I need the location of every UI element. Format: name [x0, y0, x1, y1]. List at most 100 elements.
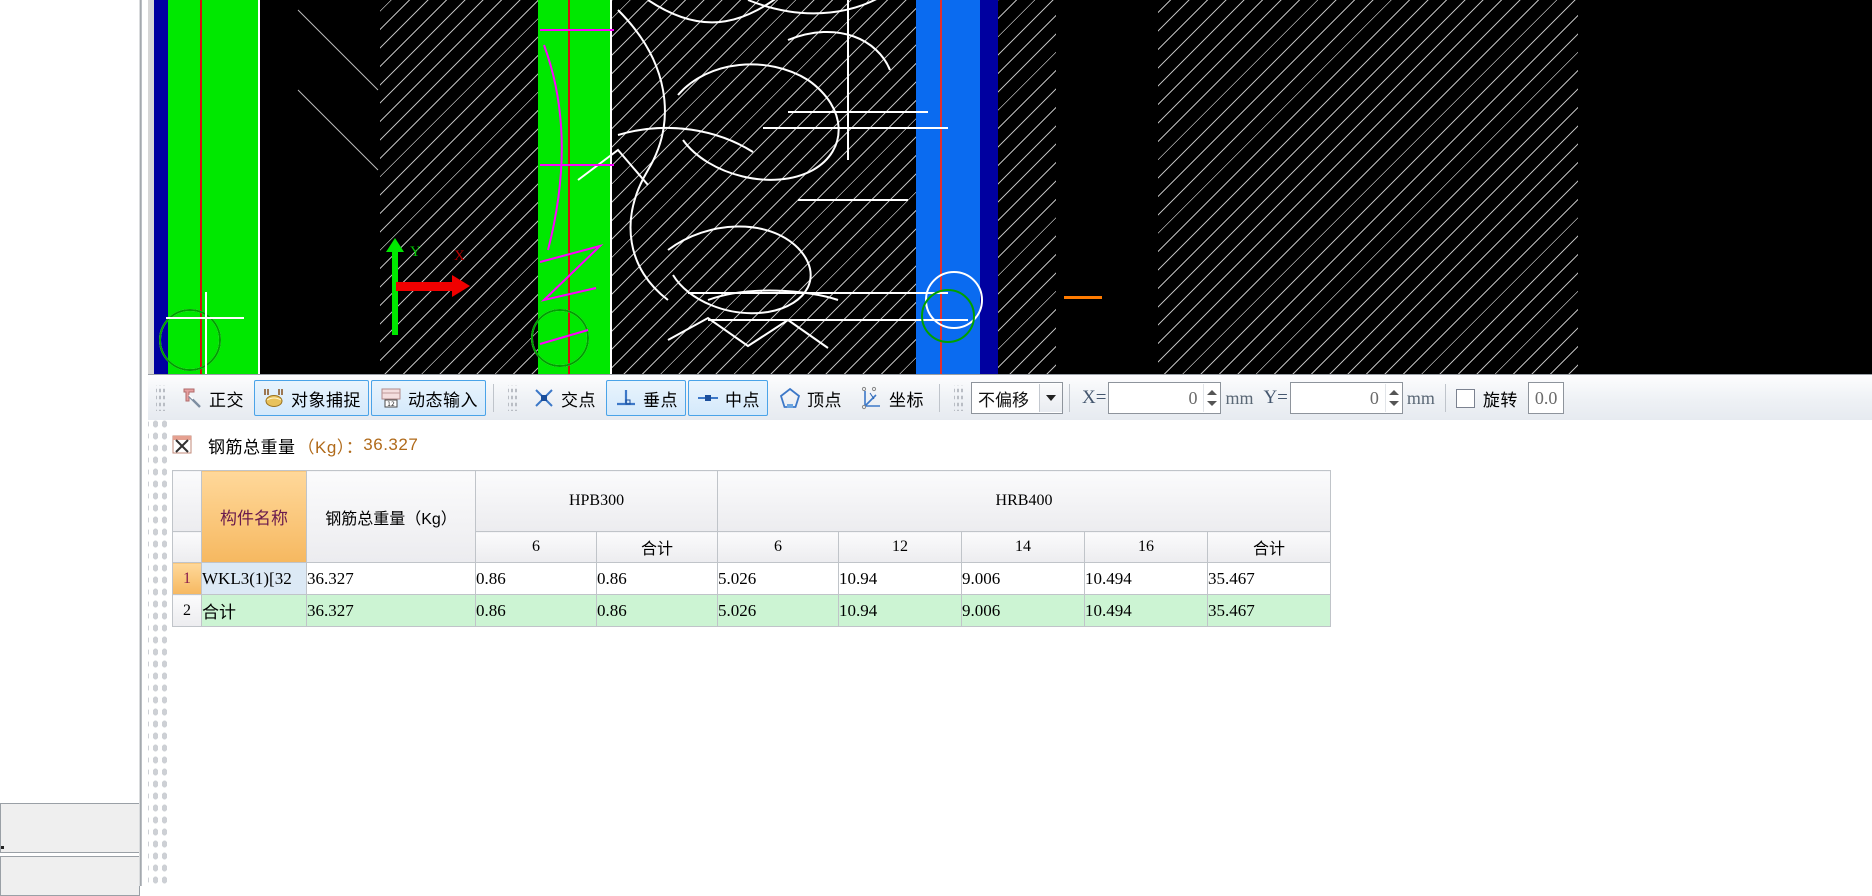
cell-hrb400-d6[interactable]: 5.026: [717, 562, 839, 595]
row-number[interactable]: 1: [172, 562, 202, 595]
coordinate-label: 坐标: [889, 390, 924, 410]
panel-grip-strip[interactable]: [148, 420, 170, 886]
toolbar-separator-3: [1069, 384, 1070, 412]
cell-total-weight[interactable]: 36.327: [306, 562, 476, 595]
object-snap-label: 对象捕捉: [291, 390, 361, 410]
toolbar-separator-1: [493, 384, 494, 412]
perpendicular-snap-button[interactable]: 垂点: [606, 380, 686, 416]
x-offset-stepper[interactable]: [1108, 382, 1222, 414]
cell-hrb400-d6[interactable]: 5.026: [717, 594, 839, 627]
toolbar-grip-2[interactable]: [508, 385, 518, 411]
panel-title-bar: 钢筋总重量 （Kg）： 36.327: [172, 430, 418, 460]
coordinate-icon: [861, 386, 880, 410]
cell-hrb400-d12[interactable]: 10.94: [838, 594, 962, 627]
close-x-icon[interactable]: [172, 435, 192, 455]
y-field-label: Y=: [1263, 387, 1288, 408]
cell-component-name[interactable]: 合计: [201, 594, 307, 627]
table-row[interactable]: 2 合计 36.327 0.86 0.86 5.026 10.94 9.006 …: [172, 594, 1331, 627]
rotate-label: 旋转: [1482, 390, 1518, 410]
col-header-hrb400-d16[interactable]: 16: [1084, 531, 1208, 563]
rebar-summary-panel: 钢筋总重量 （Kg）： 36.327 构件名称 钢筋总重量（Kg） HPB300…: [148, 420, 1872, 886]
row-number[interactable]: 2: [172, 594, 202, 627]
chevron-down-icon: [1046, 395, 1056, 401]
cell-component-name[interactable]: WKL3(1)[32: [201, 562, 307, 595]
cell-hrb400-d16[interactable]: 10.494: [1084, 594, 1208, 627]
ortho-label: 正交: [209, 390, 244, 410]
cell-hrb400-total[interactable]: 35.467: [1207, 594, 1331, 627]
offset-mode-dropdown-button[interactable]: [1039, 384, 1062, 412]
spin-down-icon[interactable]: [1207, 401, 1218, 406]
row-number-header: [172, 470, 202, 532]
cell-total-weight[interactable]: 36.327: [306, 594, 476, 627]
object-snap-button[interactable]: 对象捕捉: [254, 380, 369, 416]
midpoint-label: 中点: [725, 390, 760, 410]
col-header-hpb300-total[interactable]: 合计: [596, 531, 718, 563]
left-workspace-area: [0, 0, 148, 886]
ortho-button[interactable]: 正交: [172, 380, 252, 416]
object-snap-icon: [264, 389, 283, 407]
left-docked-panel-top[interactable]: [0, 803, 140, 853]
spin-down-icon[interactable]: [1388, 401, 1399, 406]
orange-highlight-segment: [1064, 296, 1102, 299]
offset-mode-value: 不偏移: [978, 390, 1029, 410]
row-number-header-sub: [172, 531, 202, 563]
coordinate-snap-button[interactable]: 坐标: [852, 380, 932, 416]
cad-drawing-canvas[interactable]: Y X: [148, 0, 1872, 374]
y-offset-spin-arrows[interactable]: [1384, 384, 1402, 412]
y-offset-input[interactable]: [1290, 384, 1385, 412]
rotate-angle-field[interactable]: 0.0: [1527, 382, 1565, 414]
vertex-snap-button[interactable]: 顶点: [770, 380, 850, 416]
cell-hpb300-total[interactable]: 0.86: [596, 594, 718, 627]
toolbar-grip-3[interactable]: [954, 385, 964, 411]
toolbar-grip-1[interactable]: [156, 385, 166, 411]
dynamic-input-label: 动态输入: [408, 390, 478, 410]
intersection-snap-button[interactable]: 交点: [524, 380, 604, 416]
cell-hpb300-total[interactable]: 0.86: [596, 562, 718, 595]
dynamic-input-button[interactable]: 12 动态输入: [371, 380, 486, 416]
table-body: 1 WKL3(1)[32 36.327 0.86 0.86 5.026 10.9…: [172, 562, 1331, 627]
rebar-summary-table[interactable]: 构件名称 钢筋总重量（Kg） HPB300 HRB400 6 合计 6 12 1…: [172, 470, 1331, 627]
table-row[interactable]: 1 WKL3(1)[32 36.327 0.86 0.86 5.026 10.9…: [172, 562, 1331, 595]
spin-up-icon[interactable]: [1207, 390, 1218, 395]
col-header-component-name[interactable]: 构件名称: [201, 470, 307, 563]
rotate-checkbox[interactable]: [1455, 388, 1475, 408]
cell-hrb400-d16[interactable]: 10.494: [1084, 562, 1208, 595]
table-header-row-1: 构件名称 钢筋总重量（Kg） HPB300 HRB400: [172, 470, 1331, 563]
panel-title-value: 36.327: [363, 435, 419, 454]
cell-hrb400-d14[interactable]: 9.006: [961, 562, 1085, 595]
midpoint-icon: [698, 395, 718, 401]
cell-hrb400-total[interactable]: 35.467: [1207, 562, 1331, 595]
x-offset-input[interactable]: [1109, 384, 1204, 412]
x-unit-label: mm: [1225, 387, 1254, 408]
x-offset-spin-arrows[interactable]: [1203, 384, 1220, 412]
col-header-hrb400-d12[interactable]: 12: [838, 531, 962, 563]
cell-hpb300-d6[interactable]: 0.86: [475, 594, 597, 627]
perpendicular-label: 垂点: [643, 390, 678, 410]
application-window: Y X 正交 对象捕捉 12 动态输入 交点 垂点 中点 顶点 坐标 不偏移 X…: [0, 0, 1872, 896]
spin-up-icon[interactable]: [1388, 390, 1399, 395]
col-header-hrb400-d6[interactable]: 6: [717, 531, 839, 563]
col-header-total-weight[interactable]: 钢筋总重量（Kg）: [306, 470, 476, 563]
offset-mode-select[interactable]: 不偏移: [971, 382, 1063, 414]
y-unit-label: mm: [1406, 387, 1435, 408]
left-panel-marker: [1, 846, 4, 849]
col-group-hpb300[interactable]: HPB300: [475, 470, 718, 532]
col-header-hpb300-d6[interactable]: 6: [475, 531, 597, 563]
dynamic-input-icon: 12: [381, 388, 401, 408]
cell-hrb400-d12[interactable]: 10.94: [838, 562, 962, 595]
intersection-label: 交点: [561, 390, 596, 410]
cell-hrb400-d14[interactable]: 9.006: [961, 594, 1085, 627]
y-offset-stepper[interactable]: [1289, 382, 1403, 414]
col-header-hrb400-total[interactable]: 合计: [1207, 531, 1331, 563]
col-header-hrb400-d14[interactable]: 14: [961, 531, 1085, 563]
left-docked-panel-bottom[interactable]: [0, 856, 140, 896]
vertex-icon: [779, 387, 801, 408]
midpoint-snap-button[interactable]: 中点: [688, 380, 768, 416]
left-panel-divider[interactable]: [139, 0, 142, 886]
col-group-hrb400[interactable]: HRB400: [717, 470, 1331, 532]
vertex-label: 顶点: [807, 390, 842, 410]
toolbar-separator-4: [1444, 384, 1446, 412]
x-field-label: X=: [1082, 387, 1107, 408]
svg-text:12: 12: [387, 401, 395, 408]
cell-hpb300-d6[interactable]: 0.86: [475, 562, 597, 595]
